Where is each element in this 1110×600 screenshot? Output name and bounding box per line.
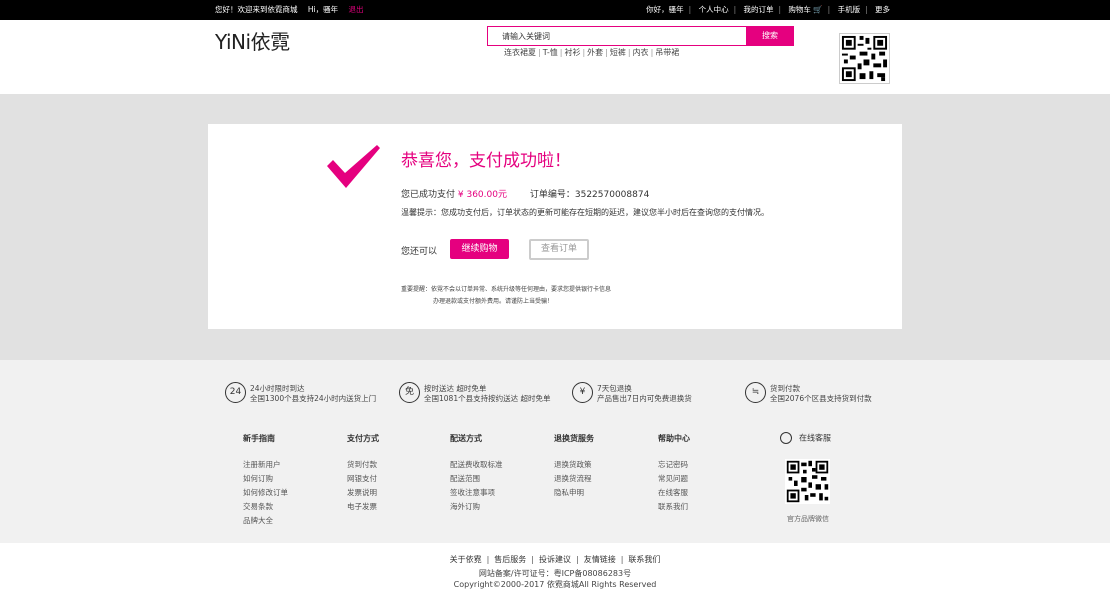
- security-notice-line2: 办理退款或支付额外费用。请谨防上当受骗！: [433, 298, 554, 305]
- online-service-link[interactable]: 在线客服: [780, 432, 831, 444]
- top-link-orders[interactable]: 我的订单: [744, 5, 774, 14]
- footer-link[interactable]: 常见问题: [658, 472, 690, 486]
- footer-link[interactable]: 发票说明: [347, 486, 379, 500]
- hotword-link[interactable]: 吊带裙: [655, 48, 679, 57]
- order-number: 3522570008874: [574, 190, 650, 200]
- top-bar-left: 您好！欢迎来到依霓商城 Hi，骚年 退出: [215, 0, 372, 20]
- footer-column-help: 帮助中心 忘记密码 常见问题 在线客服 联系我们: [658, 433, 690, 514]
- top-link-mobile[interactable]: 手机版: [838, 5, 861, 14]
- service-item-24hr: 24 24小时限时到达 全国1300个县支持24小时内送货上门: [225, 382, 395, 406]
- service-desc: 全国1081个县支持按约送达 超时免单: [424, 394, 551, 403]
- view-order-button[interactable]: 查看订单: [529, 239, 589, 260]
- footer-link[interactable]: 配送范围: [450, 472, 503, 486]
- paid-amount: ¥ 360.00元: [457, 190, 507, 200]
- footer-column-guide: 新手指南 注册新用户 如何订购 如何修改订单 交易条款 品牌大全: [243, 433, 288, 528]
- qr-code-icon: [785, 459, 830, 504]
- top-bar: 您好！欢迎来到依霓商城 Hi，骚年 退出 你好，骚年 | 个人中心 | 我的订单 | …: [0, 0, 1110, 20]
- bottom-link-contact[interactable]: 联系我们: [628, 555, 660, 564]
- footer-link[interactable]: 品牌大全: [243, 514, 288, 528]
- service-item-cod: ≒ 货到付款 全国2076个区县支持货到付款: [745, 382, 895, 406]
- top-link-profile[interactable]: 个人中心: [699, 5, 729, 14]
- also-label: 您还可以: [401, 247, 438, 257]
- service-item-ontime: 免 按时送达 超时免单 全国1081个县支持按约送达 超时免单: [399, 382, 569, 406]
- footer-column-delivery: 配送方式 配送费收取标准 配送范围 签收注意事项 海外订购: [450, 433, 503, 514]
- hotword-link[interactable]: 外套: [587, 48, 603, 57]
- search-box: 搜索: [487, 26, 794, 46]
- online-service-label: 在线客服: [799, 433, 831, 443]
- footer-column-heading: 新手指南: [243, 434, 275, 443]
- cart-icon: 🛒: [813, 5, 823, 14]
- footer-link[interactable]: 注册新用户: [243, 458, 288, 472]
- service-item-return: ¥ 7天包退换 产品售出7日内可免费退换货: [572, 382, 722, 406]
- footer-link[interactable]: 在线客服: [658, 486, 690, 500]
- footer-link[interactable]: 隐私申明: [554, 486, 594, 500]
- hotword-link[interactable]: 短裤: [610, 48, 626, 57]
- copyright: Copyright©2000-2017 依霓商城All Rights Reser…: [453, 580, 657, 589]
- continue-shopping-button[interactable]: 继续购物: [450, 239, 509, 259]
- footer-link[interactable]: 签收注意事项: [450, 486, 503, 500]
- search-button[interactable]: 搜索: [746, 26, 794, 46]
- bottom-link-complaint[interactable]: 投诉建议: [539, 555, 571, 564]
- footer-link[interactable]: 如何修改订单: [243, 486, 288, 500]
- security-notice-line1: 重要提醒：依霓不会以订单异常、系统升级等任何理由，要求您提供银行卡信息: [401, 286, 612, 293]
- footer-link[interactable]: 海外订购: [450, 500, 503, 514]
- top-bar-right: 你好，骚年 | 个人中心 | 我的订单 | 购物车 🛒 | 手机版 | 更多: [646, 5, 890, 14]
- qr-caption: 官方品牌微信: [787, 515, 829, 523]
- hot-keywords: 连衣裙夏 | T-恤 | 衬衫 | 外套 | 短裤 | 内衣 | 吊带裙: [504, 48, 680, 57]
- free-icon: 免: [399, 382, 420, 403]
- footer-link[interactable]: 交易条款: [243, 500, 288, 514]
- bottom-links: 关于依霓 | 售后服务 | 投诉建议 | 友情链接 | 联系我们: [449, 555, 661, 564]
- footer-link[interactable]: 电子发票: [347, 500, 379, 514]
- hotword-link[interactable]: 连衣裙夏: [504, 48, 536, 57]
- footer-column-heading: 支付方式: [347, 434, 379, 443]
- footer-column-heading: 帮助中心: [658, 434, 690, 443]
- top-link-user[interactable]: 你好，骚年: [646, 5, 684, 14]
- service-desc: 产品售出7日内可免费退换货: [597, 394, 692, 403]
- wechat-qr-code: [785, 459, 830, 504]
- order-label: 订单编号：: [529, 190, 575, 200]
- hotword-link[interactable]: T-恤: [543, 48, 558, 57]
- site-logo[interactable]: YiNi依霓: [215, 26, 290, 55]
- success-title: 恭喜您，支付成功啦！: [401, 151, 571, 171]
- top-link-cart[interactable]: 购物车 🛒: [788, 5, 822, 14]
- top-link-more[interactable]: 更多: [875, 5, 890, 14]
- logout-link[interactable]: 退出: [349, 5, 364, 14]
- footer-link[interactable]: 如何订购: [243, 472, 288, 486]
- checkmark-icon: [327, 145, 380, 188]
- footer-link[interactable]: 配送费收取标准: [450, 458, 503, 472]
- bottom-link-about[interactable]: 关于依霓: [450, 555, 482, 564]
- bottom-link-friends[interactable]: 友情链接: [584, 555, 616, 564]
- qr-code-top: [839, 33, 890, 84]
- footer-link[interactable]: 货到付款: [347, 458, 379, 472]
- warm-tip: 温馨提示：您成功支付后，订单状态的更新可能存在短期的延迟，建议您半小时后在查询您…: [401, 208, 769, 217]
- bottom-link-aftersales[interactable]: 售后服务: [494, 555, 526, 564]
- payment-summary: 您已成功支付 ¥ 360.00元 订单编号：3522570008874: [401, 187, 649, 200]
- footer-link[interactable]: 忘记密码: [658, 458, 690, 472]
- hotword-link[interactable]: 衬衫: [564, 48, 580, 57]
- footer-column-heading: 退换货服务: [554, 434, 594, 443]
- footer-link[interactable]: 联系我们: [658, 500, 690, 514]
- cod-icon: ≒: [745, 382, 766, 403]
- headset-icon: [780, 432, 792, 444]
- footer-column-heading: 配送方式: [450, 434, 482, 443]
- welcome-text: 您好！欢迎来到依霓商城: [215, 5, 298, 14]
- paid-prefix: 您已成功支付: [401, 190, 456, 200]
- service-desc: 全国2076个区县支持货到付款: [770, 394, 872, 403]
- footer-column-payment: 支付方式 货到付款 网银支付 发票说明 电子发票: [347, 433, 379, 514]
- search-input[interactable]: [488, 27, 747, 45]
- qr-code-icon: [840, 34, 889, 83]
- footer-column-returns: 退换货服务 退换货政策 退换货流程 隐私申明: [554, 433, 594, 500]
- hotword-link[interactable]: 内衣: [633, 48, 649, 57]
- service-desc: 全国1300个县支持24小时内送货上门: [250, 394, 377, 403]
- yen-icon: ¥: [572, 382, 593, 403]
- footer-link[interactable]: 网银支付: [347, 472, 379, 486]
- footer-link[interactable]: 退换货政策: [554, 458, 594, 472]
- greeting-text: Hi，骚年: [307, 5, 339, 14]
- 24hr-icon: 24: [225, 382, 246, 403]
- footer-link[interactable]: 退换货流程: [554, 472, 594, 486]
- icp-record: 网站备案/许可证号：粤ICP备08086283号: [478, 569, 632, 578]
